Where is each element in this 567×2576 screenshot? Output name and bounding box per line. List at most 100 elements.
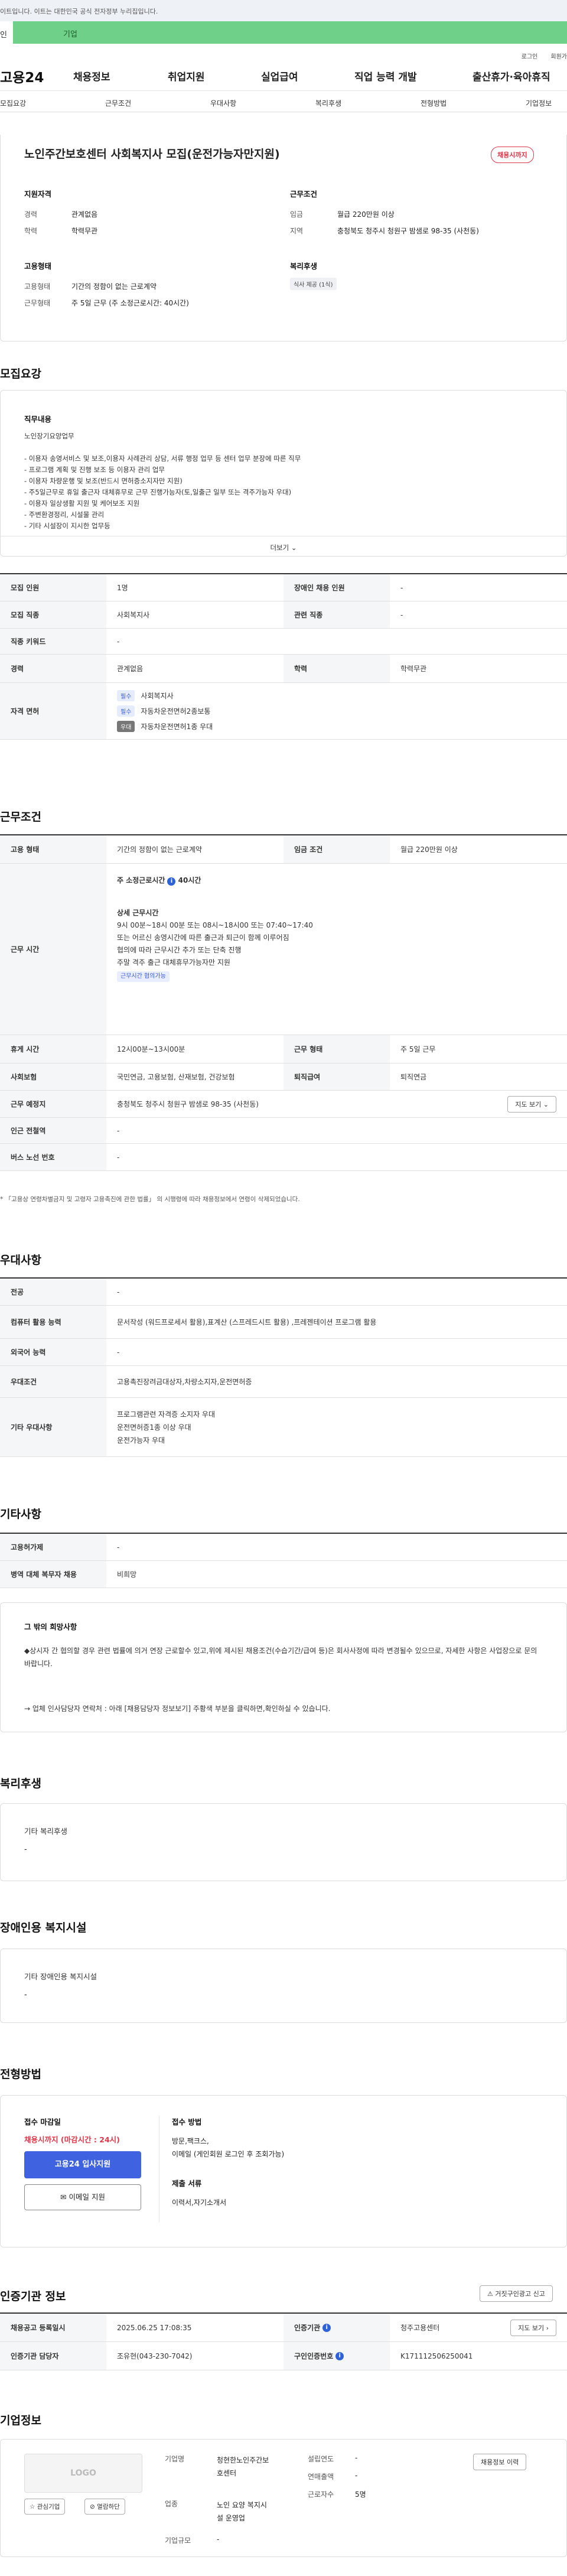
career-label: 경력 bbox=[24, 210, 38, 219]
login-link[interactable]: 로그인 bbox=[522, 54, 538, 60]
td-form: 주 5일 근무 bbox=[400, 1045, 436, 1053]
th-job: 모집 직종 bbox=[0, 601, 106, 628]
recruit-table: 모집 인원 1명 장애인 채용 인원 - 모집 직종 사회복지사 관련 직종 - 직종 키워… bbox=[0, 573, 567, 740]
more-label: 더보기 bbox=[270, 544, 289, 552]
th-pc: 컴퓨터 활용 능력 bbox=[0, 1306, 106, 1338]
th-permit: 고용허가제 bbox=[0, 1534, 106, 1560]
welfare-card-value: - bbox=[24, 1845, 27, 1854]
company-name-line: 청현한노인주간보 bbox=[217, 2456, 269, 2464]
gov-notice-bar: 이트입니다. 이트는 대한민국 공식 전자정부 누리집입니다. bbox=[0, 0, 567, 21]
tab-individual[interactable]: 인 bbox=[0, 21, 13, 44]
td-military: 비희망 bbox=[117, 1570, 137, 1579]
detail-line: 9시 00분~18시 00분 또는 08시~18시00 또는 07:40~17:… bbox=[117, 921, 313, 929]
snav-conditions[interactable]: 근무조건 bbox=[105, 98, 131, 108]
td-career: 관계없음 bbox=[117, 665, 144, 673]
size-value: - bbox=[217, 2535, 220, 2544]
history-button[interactable]: 채용정보 이력 bbox=[473, 2454, 527, 2470]
chevron-down-icon: ⌄ bbox=[543, 1100, 549, 1108]
agency-label: 인증기관 bbox=[294, 2324, 321, 2332]
th-career: 경력 bbox=[0, 655, 106, 682]
th-pref-etc: 기타 우대사항 bbox=[0, 1398, 106, 1456]
agency-map-button[interactable]: 지도 보기 › bbox=[510, 2319, 556, 2336]
emp-label: 고용형태 bbox=[24, 282, 51, 291]
fav-company-button[interactable]: ☆ 관심기업 bbox=[24, 2499, 66, 2515]
td-pc: 문서작성 (워드프로세서 활용),표계산 (스프레드시트 활용) ,프레젠테이션… bbox=[117, 1318, 377, 1326]
th-license: 자격 면허 bbox=[0, 683, 106, 739]
company-name-line: 호센터 bbox=[217, 2469, 237, 2477]
snav-company[interactable]: 기업정보 bbox=[526, 98, 552, 108]
report-label: 거짓구인광고 신고 bbox=[495, 2290, 545, 2298]
license-item: 필수 사회복지사 bbox=[117, 690, 174, 701]
work-label: 근무형태 bbox=[24, 299, 51, 307]
map-button[interactable]: 지도 보기 ⌄ bbox=[507, 1095, 556, 1113]
info-icon[interactable]: i bbox=[335, 2351, 344, 2360]
header: 고용24 채용정보 취업지원 실업급여 직업 능력 개발 출산휴가·육아휴직 bbox=[0, 60, 567, 91]
edu-label: 학력 bbox=[24, 227, 38, 235]
info-icon[interactable]: i bbox=[167, 877, 176, 886]
td-bus: - bbox=[117, 1153, 120, 1162]
td-pref-cond: 고용촉진장려금대상자,차량소지자,운전면허증 bbox=[117, 1378, 252, 1386]
th-count: 모집 인원 bbox=[0, 574, 106, 601]
industry-line: 설 운영업 bbox=[217, 2514, 245, 2522]
deadline-label: 접수 마감일 bbox=[24, 2118, 61, 2126]
th-keyword: 직종 키워드 bbox=[0, 629, 106, 654]
site-logo[interactable]: 고용24 bbox=[0, 66, 44, 86]
block-icon: ⊘ bbox=[90, 2503, 95, 2510]
menu-unemployment-benefit[interactable]: 실업급여 bbox=[261, 69, 298, 83]
sales-label: 연매출액 bbox=[308, 2473, 334, 2481]
th-rest: 휴게 시간 bbox=[0, 1035, 106, 1063]
snav-recruit[interactable]: 모집요강 bbox=[0, 98, 26, 108]
snav-welfare[interactable]: 복리후생 bbox=[315, 98, 341, 108]
detail-title: 상세 근무시간 bbox=[117, 909, 159, 917]
agency-table: 채용공고 등록일시 2025.06.25 17:08:35 인증기관 i 청주고용센터 지… bbox=[0, 2312, 567, 2370]
emp-count-value: 5명 bbox=[355, 2490, 366, 2499]
more-button[interactable]: 더보기 ⌄ bbox=[1, 536, 566, 557]
menu-parental-leave[interactable]: 출산휴가·육아휴직 bbox=[472, 69, 550, 83]
th-place: 근무 예정지 bbox=[0, 1091, 106, 1117]
section-title-agency: 인증기관 정보 bbox=[0, 2290, 66, 2303]
license-item: 우대 자동차운전면허1종 우대 bbox=[117, 721, 213, 732]
section-title-selection: 전형방법 bbox=[0, 2068, 41, 2081]
section-title-company: 기업정보 bbox=[0, 2414, 41, 2427]
welfare-card-title: 기타 복리후생 bbox=[24, 1827, 67, 1836]
pref-table: 전공 - 컴퓨터 활용 능력 문서작성 (워드프로세서 활용),표계산 (스프레드시… bbox=[0, 1277, 567, 1457]
company-card: LOGO ☆ 관심기업 ⊘ 열람하단 기업명 청현한노인주간보 호센터 업종 노인… bbox=[0, 2439, 567, 2557]
th-certno: 구인인증번호 i bbox=[284, 2342, 390, 2370]
apply-button[interactable]: 고용24 입사지원 bbox=[24, 2151, 141, 2178]
td-subway: - bbox=[117, 1126, 120, 1135]
report-button[interactable]: ⚠ 거짓구인광고 신고 bbox=[480, 2285, 553, 2302]
duty-line: 노인장기요양업무 bbox=[24, 432, 74, 440]
signup-link[interactable]: 회원가 bbox=[550, 54, 567, 60]
wage-value: 월급 220만원 이상 bbox=[337, 210, 395, 219]
td-lang: - bbox=[117, 1348, 120, 1357]
license-list: 필수 사회복지사 필수 자동차운전면허2종보통 우대 자동차운전면허1종 우대 bbox=[106, 683, 223, 739]
job-title: 노인주간보호센터 사회복지사 모집(운전가능자만지원) bbox=[24, 148, 280, 161]
menu-employment-support[interactable]: 취업지원 bbox=[168, 69, 205, 83]
email-apply-button[interactable]: ✉ 이메일 지원 bbox=[24, 2184, 141, 2210]
welfare-title: 복리후생 bbox=[290, 262, 318, 271]
th-major: 전공 bbox=[0, 1279, 106, 1305]
tab-company[interactable]: 기업 bbox=[13, 21, 567, 44]
method-label: 접수 방법 bbox=[172, 2118, 202, 2126]
th-insurance: 사회보험 bbox=[0, 1063, 106, 1090]
menu-vocational-training[interactable]: 직업 능력 개발 bbox=[354, 69, 417, 83]
td-keyword: - bbox=[117, 637, 120, 646]
info-icon[interactable]: i bbox=[322, 2323, 331, 2332]
menu-jobs[interactable]: 채용정보 bbox=[73, 69, 110, 83]
util-links: 로그인 회원가 bbox=[0, 44, 567, 60]
license-name: 사회복지사 bbox=[141, 692, 174, 700]
snav-selection[interactable]: 전형방법 bbox=[421, 98, 447, 108]
deadline-value: 채용시까지 (마감시간 : 24시) bbox=[24, 2135, 120, 2144]
hours-row: 주 소정근로시간 i 40시간 bbox=[117, 874, 201, 887]
hours-value: 40시간 bbox=[178, 876, 201, 884]
method-item: 이메일 (게인회원 로그인 후 조회가능) bbox=[172, 2150, 285, 2158]
company-name-label: 기업명 bbox=[165, 2455, 185, 2463]
snav-preferences[interactable]: 우대사항 bbox=[210, 98, 236, 108]
duty-line: - 주5일근무로 휴일 출근자 대체휴무로 근무 진행가능자(토,일출근 일부 … bbox=[24, 488, 292, 496]
section-title-etc: 기타사항 bbox=[0, 1508, 41, 1521]
selection-card: 접수 마감일 채용시까지 (마감시간 : 24시) 고용24 입사지원 ✉ 이메… bbox=[0, 2095, 567, 2248]
section-title-recruit: 모집요강 bbox=[0, 367, 41, 380]
fav-company-label: 관심기업 bbox=[37, 2503, 60, 2510]
block-company-button[interactable]: ⊘ 열람하단 bbox=[84, 2499, 125, 2515]
hours-tag: 근무시간 협의가능 bbox=[117, 971, 170, 982]
